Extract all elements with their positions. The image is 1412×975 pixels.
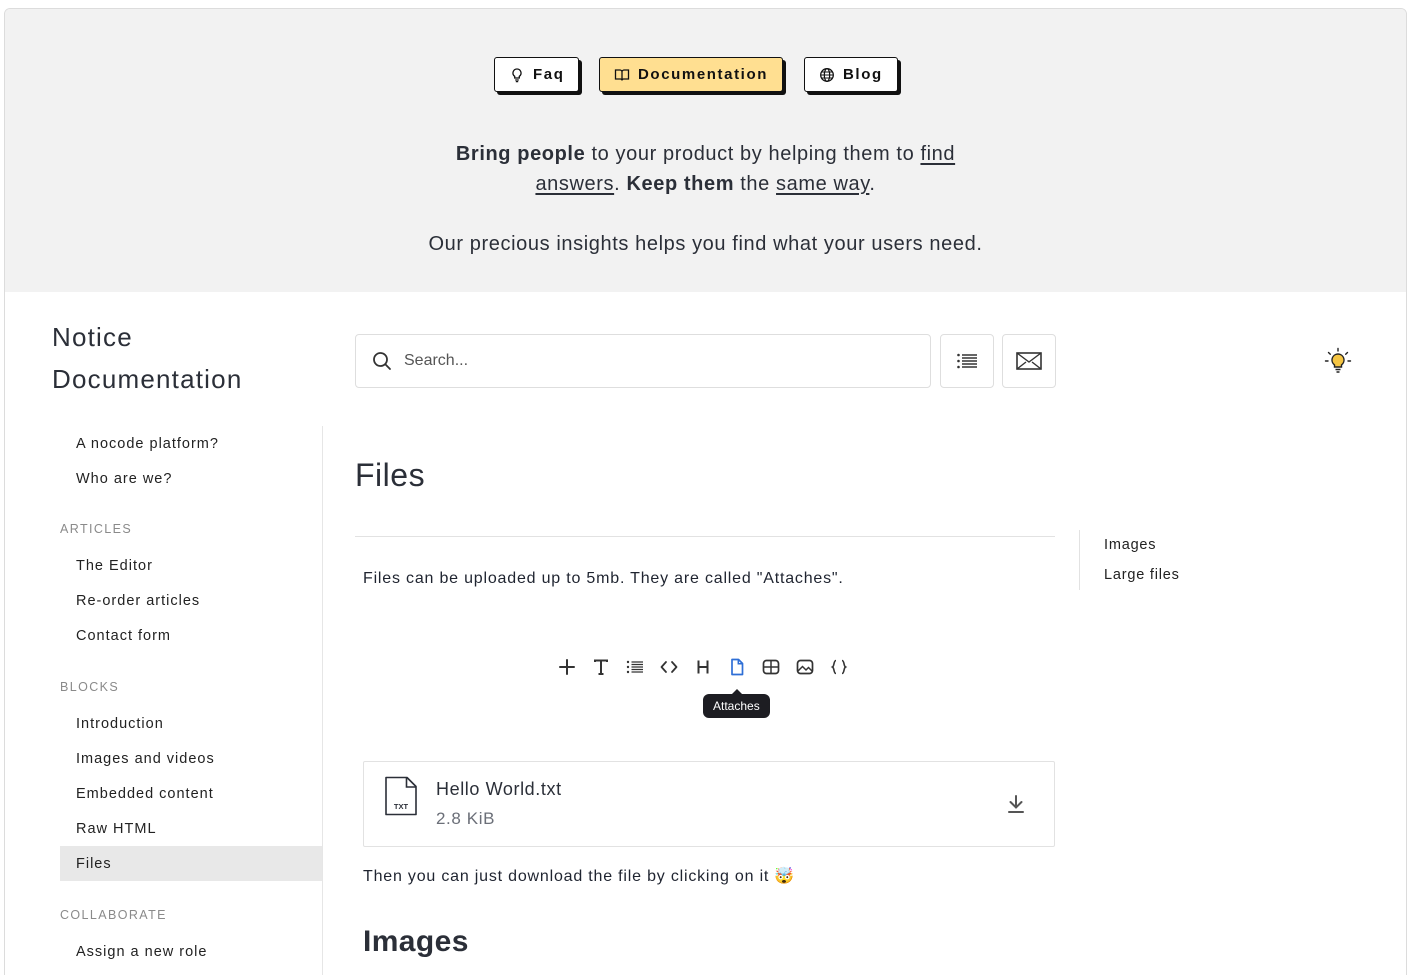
sidebar-item-introduction[interactable]: Introduction <box>60 706 322 741</box>
contact-mail-button[interactable] <box>1002 334 1056 388</box>
hero-link-same-way[interactable]: same way <box>776 173 869 195</box>
txt-file-icon: TXT <box>385 776 417 816</box>
sidebar: A nocode platform? Who are we? ARTICLES … <box>60 426 323 975</box>
hero-text-2: the <box>734 173 777 195</box>
hero-bold-2: Keep them <box>626 173 735 195</box>
heading-icon[interactable] <box>691 655 715 679</box>
sidebar-item-the-editor[interactable]: The Editor <box>60 548 322 583</box>
attaches-icon[interactable] <box>725 655 749 679</box>
nav-documentation-button[interactable]: Documentation <box>599 57 783 92</box>
sidebar-heading-collaborate: COLLABORATE <box>60 908 167 922</box>
toc-divider <box>1079 530 1080 590</box>
hero-bold-1: Bring people <box>455 143 586 165</box>
hero-end: . <box>869 173 876 195</box>
toc-list-button[interactable] <box>940 334 994 388</box>
sidebar-item-who-are-we[interactable]: Who are we? <box>60 461 322 496</box>
list-icon[interactable] <box>623 655 647 679</box>
search-bar[interactable] <box>355 334 931 388</box>
globe-icon <box>820 67 834 82</box>
sidebar-heading-articles: ARTICLES <box>60 522 133 536</box>
toolbar-tooltip: Attaches <box>703 689 770 718</box>
nav-faq-button[interactable]: Faq <box>494 57 580 92</box>
theme-toggle-bulb-icon[interactable] <box>1324 347 1352 375</box>
list-icon <box>957 353 977 369</box>
search-input[interactable] <box>404 352 884 370</box>
intro-paragraph: Files can be uploaded up to 5mb. They ar… <box>363 570 844 587</box>
file-size: 2.8 KiB <box>436 809 496 828</box>
section-heading-images: Images <box>363 925 469 958</box>
nav-blog-button[interactable]: Blog <box>804 57 898 92</box>
site-brand[interactable]: Notice Documentation <box>52 316 242 400</box>
sidebar-item-embedded-content[interactable]: Embedded content <box>60 776 322 811</box>
hero-dot: . <box>614 173 627 195</box>
text-icon[interactable] <box>589 655 613 679</box>
download-icon[interactable] <box>1004 792 1028 816</box>
brand-line-1: Notice <box>52 322 133 352</box>
image-icon[interactable] <box>793 655 817 679</box>
plus-icon[interactable] <box>555 655 579 679</box>
nav-blog-label: Blog <box>843 66 883 83</box>
brand-line-2: Documentation <box>52 364 243 394</box>
hero-link-find[interactable]: find <box>920 143 955 165</box>
book-icon <box>614 68 630 81</box>
hero-section: Faq Documentation Blog Bring people to y… <box>5 9 1406 292</box>
table-icon[interactable] <box>759 655 783 679</box>
lightbulb-icon <box>512 67 522 82</box>
toc-item-images[interactable]: Images <box>1104 537 1156 553</box>
sidebar-item-assign-role[interactable]: Assign a new role <box>60 934 322 969</box>
hero-text-1: to your product by helping them to <box>585 143 921 165</box>
sidebar-heading-blocks: BLOCKS <box>60 680 120 694</box>
file-attachment-card[interactable]: TXT Hello World.txt 2.8 KiB <box>363 761 1055 847</box>
hero-tagline: Bring people to your product by helping … <box>5 139 1406 199</box>
toc-item-large-files[interactable]: Large files <box>1104 567 1180 583</box>
nav-faq-label: Faq <box>533 66 565 83</box>
code-icon[interactable] <box>657 655 681 679</box>
file-ext-label: TXT <box>394 802 409 811</box>
sidebar-item-raw-html[interactable]: Raw HTML <box>60 811 322 846</box>
sidebar-item-images-videos[interactable]: Images and videos <box>60 741 322 776</box>
sidebar-item-files[interactable]: Files <box>60 846 322 881</box>
raw-json-icon[interactable] <box>827 655 851 679</box>
mail-icon <box>1016 352 1042 370</box>
editor-toolbar <box>555 655 851 679</box>
sidebar-item-nocode[interactable]: A nocode platform? <box>60 426 322 461</box>
title-divider <box>355 536 1055 537</box>
sidebar-item-contact-form[interactable]: Contact form <box>60 618 322 653</box>
search-icon <box>373 352 391 370</box>
sidebar-item-reorder-articles[interactable]: Re-order articles <box>60 583 322 618</box>
page-title: Files <box>355 457 426 493</box>
after-file-paragraph: Then you can just download the file by c… <box>363 868 796 885</box>
page-frame: Faq Documentation Blog Bring people to y… <box>4 8 1407 975</box>
hero-subtitle: Our precious insights helps you find wha… <box>428 233 983 255</box>
nav-documentation-label: Documentation <box>638 66 768 83</box>
hero-link-answers[interactable]: answers <box>535 173 614 195</box>
file-name: Hello World.txt <box>436 779 562 799</box>
